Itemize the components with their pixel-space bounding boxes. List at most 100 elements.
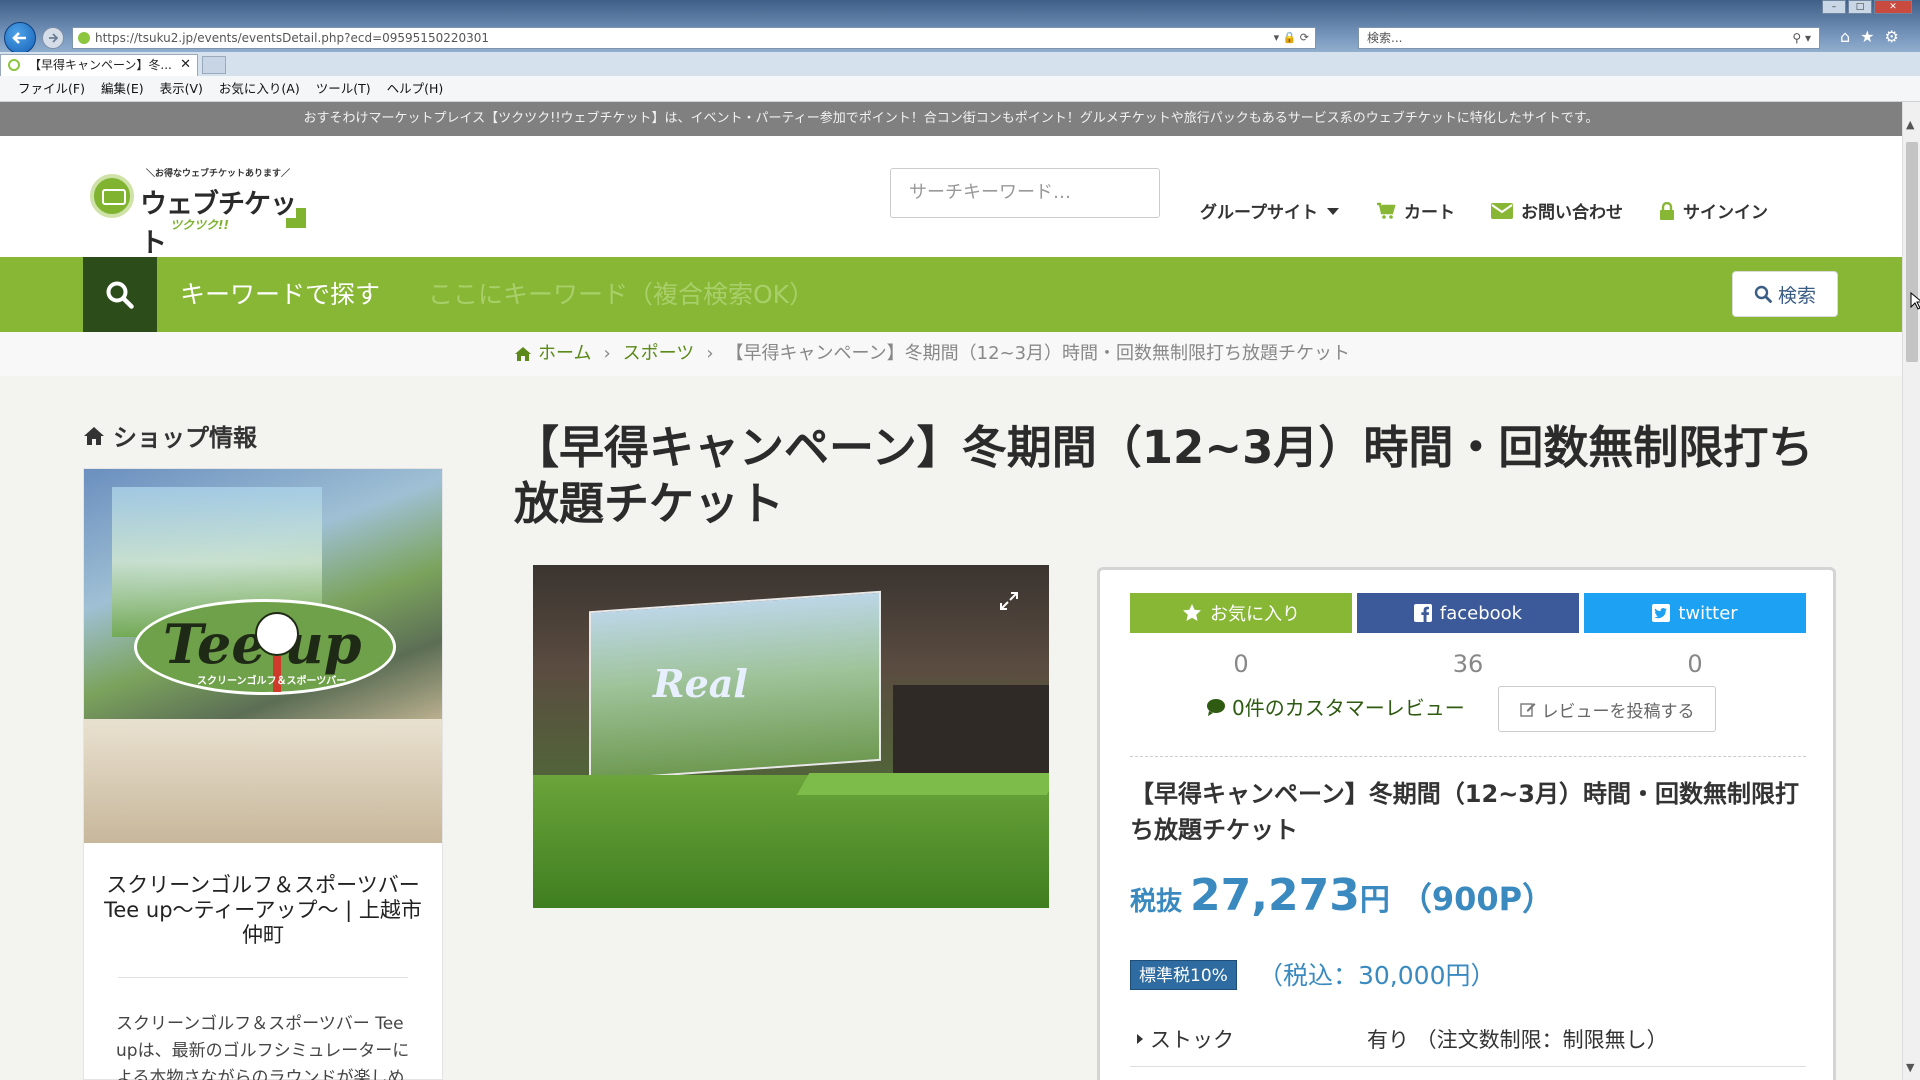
keyword-search-toggle[interactable]: [83, 257, 157, 332]
home-icon[interactable]: ⌂: [1840, 27, 1850, 46]
magnifier-icon[interactable]: ⚲ ▾: [1792, 28, 1811, 48]
stock-label-text: ストック: [1150, 1028, 1234, 1052]
facebook-count: 36: [1452, 650, 1484, 678]
expand-icon[interactable]: [999, 591, 1019, 611]
customer-reviews-link[interactable]: 0件のカスタマーレビュー: [1206, 692, 1465, 721]
customer-reviews-text: 0件のカスタマーレビュー: [1232, 696, 1465, 720]
favorite-button[interactable]: お気に入り: [1130, 593, 1352, 633]
lock-icon: [1659, 201, 1674, 220]
product-name: 【早得キャンペーン】冬期間（12~3月）時間・回数無制限打ち放題チケット: [1130, 780, 1800, 844]
promo-banner: おすそわけマーケットプレイス【ツクツク!!ウェブチケット】は、イベント・パーティ…: [0, 102, 1902, 136]
address-bar[interactable]: https://tsuku2.jp/events/eventsDetail.ph…: [72, 27, 1316, 49]
divider: [1130, 1066, 1806, 1067]
facebook-share-button[interactable]: facebook: [1357, 593, 1579, 633]
twitter-share-button[interactable]: twitter: [1584, 593, 1806, 633]
site-icon: [78, 32, 90, 44]
table-shape: [84, 719, 442, 843]
breadcrumb-separator: ›: [706, 343, 714, 364]
divider: [1130, 756, 1806, 757]
screen-logo-text: Real: [653, 661, 748, 706]
menu-file[interactable]: ファイル(F): [18, 76, 85, 101]
tax-included-price: （税込：30,000円）: [1258, 961, 1496, 990]
twitter-icon: [1652, 604, 1671, 622]
maximize-button[interactable]: □: [1848, 0, 1872, 14]
menu-edit[interactable]: 編集(E): [101, 76, 144, 101]
header-search-input[interactable]: サーチキーワード…: [890, 168, 1160, 218]
purchase-panel: お気に入り facebook twitter 0 36 0 0件のカスタマーレビ…: [1097, 567, 1836, 1080]
tax-rate-badge: 標準税10%: [1130, 960, 1237, 990]
forward-button[interactable]: [42, 27, 64, 49]
price-amount: 27,273: [1190, 870, 1360, 921]
close-window-button[interactable]: ✕: [1874, 0, 1912, 14]
breadcrumb-separator: ›: [603, 343, 611, 364]
facebook-icon: [1413, 604, 1432, 622]
back-button[interactable]: [4, 22, 36, 54]
minimize-button[interactable]: –: [1822, 0, 1846, 14]
menu-favorites[interactable]: お気に入り(A): [219, 76, 300, 101]
favorite-label: お気に入り: [1210, 604, 1300, 625]
search-icon: [106, 281, 134, 309]
menu-help[interactable]: ヘルプ(H): [387, 76, 444, 101]
arrow-left-icon: [12, 32, 26, 44]
menu-tools[interactable]: ツール(T): [316, 76, 371, 101]
shop-name[interactable]: スクリーンゴルフ＆スポーツバー Tee up～ティーアップ～ | 上越市仲町: [104, 873, 422, 948]
menu-bar: ファイル(F) 編集(E) 表示(V) お気に入り(A) ツール(T) ヘルプ(…: [0, 76, 1920, 102]
shop-info-title: ショップ情報: [113, 424, 257, 452]
divider: [118, 977, 408, 978]
shop-logo-sub: スクリーンゴルフ＆スポーツバー: [197, 676, 347, 687]
home-icon: [515, 347, 531, 361]
price: 税抜 27,273 円 （900P）: [1130, 870, 1554, 921]
vertical-scrollbar[interactable]: ▲ ▼: [1902, 102, 1920, 1080]
nav-contact[interactable]: お問い合わせ: [1490, 198, 1623, 223]
breadcrumb: ホーム › スポーツ › 【早得キャンペーン】冬期間（12~3月）時間・回数無制…: [0, 332, 1902, 376]
tab-bar: 【早得キャンペーン】冬... ✕: [0, 52, 1920, 76]
scroll-down-icon[interactable]: ▼: [1906, 1061, 1914, 1074]
menu-view[interactable]: 表示(V): [160, 76, 203, 101]
header-nav: グループサイト カート お問い合わせ サインイン: [1200, 198, 1768, 223]
nav-group-sites[interactable]: グループサイト: [1200, 198, 1340, 223]
settings-gear-icon[interactable]: ⚙: [1885, 27, 1899, 46]
shop-info-heading: ショップ情報: [83, 418, 257, 453]
envelope-icon: [1490, 202, 1513, 219]
site-logo[interactable]: ＼お得なウェブチケットあります／ ウェブチケット ツクツク!!: [90, 164, 320, 259]
browser-chrome: https://tsuku2.jp/events/eventsDetail.ph…: [0, 0, 1920, 102]
shop-card: Tee up スクリーンゴルフ＆スポーツバー スクリーンゴルフ＆スポーツバー T…: [83, 468, 443, 1080]
keyword-search-band: キーワードで探す ここにキーワード（複合検索OK） 検索: [0, 257, 1902, 332]
browser-search-box[interactable]: 検索... ⚲ ▾: [1358, 27, 1820, 49]
keyword-search-button[interactable]: 検索: [1732, 271, 1838, 317]
favorites-star-icon[interactable]: ★: [1860, 27, 1874, 46]
logo-block-icon: [296, 218, 306, 228]
nav-contact-label: お問い合わせ: [1520, 203, 1623, 223]
mat-shape: [796, 773, 1049, 795]
logo-block-icon: [296, 208, 306, 218]
scroll-thumb[interactable]: [1906, 142, 1918, 362]
post-review-button[interactable]: レビューを投稿する: [1498, 686, 1716, 732]
wall-shape: [893, 685, 1049, 775]
breadcrumb-home[interactable]: ホーム: [514, 332, 591, 376]
star-icon: [1183, 604, 1201, 621]
nav-signin-label: サインイン: [1682, 203, 1768, 223]
shop-description: スクリーンゴルフ＆スポーツバー Tee upは、最新のゴルフシミュレーターによる…: [116, 1014, 410, 1080]
keyword-search-input[interactable]: ここにキーワード（複合検索OK）: [428, 257, 814, 332]
tab-favicon: [8, 59, 20, 71]
shop-image[interactable]: Tee up スクリーンゴルフ＆スポーツバー: [84, 469, 442, 843]
post-review-label: レビューを投稿する: [1541, 701, 1695, 722]
new-tab-button[interactable]: [202, 56, 226, 74]
nav-cart[interactable]: カート: [1376, 198, 1455, 223]
breadcrumb-category[interactable]: スポーツ: [623, 332, 695, 376]
twitter-count: 0: [1687, 650, 1703, 678]
ticket-logo-icon: [90, 174, 134, 218]
breadcrumb-current: 【早得キャンペーン】冬期間（12~3月）時間・回数無制限打ち放題チケット: [725, 343, 1351, 364]
nav-signin[interactable]: サインイン: [1659, 198, 1768, 223]
url-text: https://tsuku2.jp/events/eventsDetail.ph…: [95, 31, 490, 45]
price-points: （900P）: [1399, 880, 1555, 918]
product-image[interactable]: Real: [533, 565, 1049, 908]
scroll-up-icon[interactable]: ▲: [1906, 118, 1914, 131]
keyword-search-label: キーワードで探す: [180, 280, 381, 309]
nav-group-label: グループサイト: [1200, 203, 1318, 223]
tab-close-icon[interactable]: ✕: [180, 55, 191, 75]
browser-tab-active[interactable]: 【早得キャンペーン】冬... ✕: [0, 54, 198, 76]
edit-icon: [1519, 703, 1535, 717]
address-bar-controls[interactable]: ▾ 🔒 ⟳: [1274, 28, 1309, 48]
logo-tagline: ＼お得なウェブチケットあります／: [146, 169, 291, 179]
